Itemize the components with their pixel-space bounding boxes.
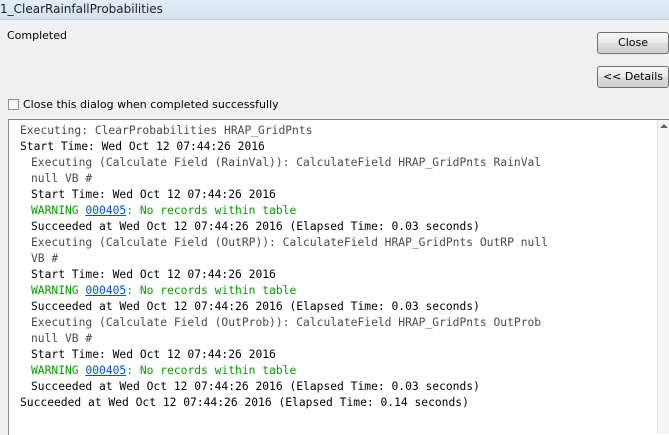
warning-prefix: WARNING <box>31 284 86 297</box>
vertical-scrollbar[interactable] <box>657 120 669 434</box>
warning-code-link[interactable]: 000405 <box>85 284 126 297</box>
close-on-success-label[interactable]: Close this dialog when completed success… <box>23 98 279 111</box>
log-line: Executing (Calculate Field (RainVal)): C… <box>31 156 542 169</box>
messages-log: Executing: ClearProbabilities HRAP_GridP… <box>9 123 657 411</box>
log-line: Succeeded at Wed Oct 12 07:44:26 2016 (E… <box>31 300 480 313</box>
log-line: Start Time: Wed Oct 12 07:44:26 2016 <box>20 140 265 153</box>
warning-message: : No records within table <box>126 364 297 377</box>
log-line: Start Time: Wed Oct 12 07:44:26 2016 <box>31 348 276 361</box>
warning-message: : No records within table <box>126 284 297 297</box>
close-on-success-option[interactable]: Close this dialog when completed success… <box>8 97 279 111</box>
warning-message: : No records within table <box>126 204 297 217</box>
log-line: Succeeded at Wed Oct 12 07:44:26 2016 (E… <box>31 220 480 233</box>
log-line: WARNING 000405: No records within table <box>9 363 657 379</box>
log-line: Succeeded at Wed Oct 12 07:44:26 2016 (E… <box>31 380 480 393</box>
title-bar[interactable]: 1_ClearRainfallProbabilities <box>0 0 669 20</box>
status-text: Completed <box>7 29 67 42</box>
log-line: null VB # <box>31 172 93 185</box>
log-line: Executing (Calculate Field (OutProb)): C… <box>31 316 542 329</box>
close-on-success-checkbox[interactable] <box>8 98 19 110</box>
warning-code-link[interactable]: 000405 <box>85 364 126 377</box>
log-line: VB # <box>31 252 59 265</box>
details-toggle-button[interactable]: << Details <box>597 66 669 88</box>
log-line: WARNING 000405: No records within table <box>9 203 657 219</box>
log-line: Start Time: Wed Oct 12 07:44:26 2016 <box>31 268 276 281</box>
messages-log-panel[interactable]: Executing: ClearProbabilities HRAP_GridP… <box>8 119 669 435</box>
log-line: Executing (Calculate Field (OutRP)): Cal… <box>31 236 548 249</box>
close-button[interactable]: Close <box>597 32 669 54</box>
log-line: Executing: ClearProbabilities HRAP_GridP… <box>20 124 313 137</box>
warning-prefix: WARNING <box>31 204 86 217</box>
scroll-up-arrow-icon[interactable] <box>660 124 668 128</box>
warning-code-link[interactable]: 000405 <box>85 204 126 217</box>
log-line: Start Time: Wed Oct 12 07:44:26 2016 <box>31 188 276 201</box>
log-line: WARNING 000405: No records within table <box>9 283 657 299</box>
log-line: Succeeded at Wed Oct 12 07:44:26 2016 (E… <box>20 396 469 409</box>
warning-prefix: WARNING <box>31 364 86 377</box>
log-line: null VB # <box>31 332 93 345</box>
window-title: 1_ClearRainfallProbabilities <box>0 2 163 16</box>
